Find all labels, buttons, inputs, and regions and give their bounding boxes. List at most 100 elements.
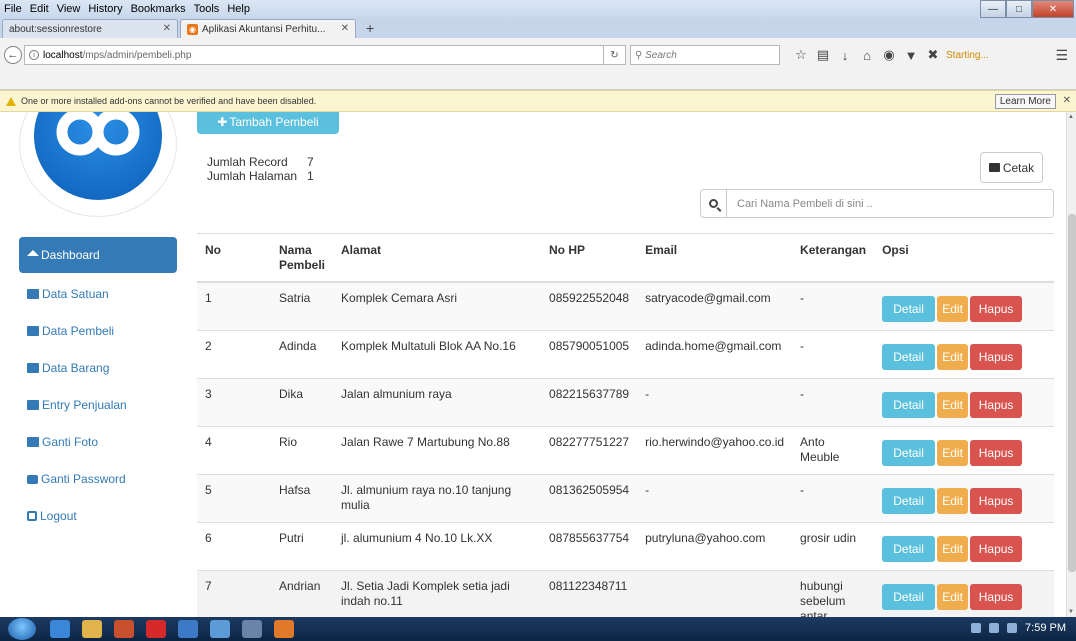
detail-button[interactable]: Detail [882, 536, 936, 562]
firefox-icon[interactable] [274, 620, 294, 638]
pocket-icon[interactable]: ▼ [900, 48, 922, 63]
opera-icon[interactable] [146, 620, 166, 638]
scroll-up-icon[interactable]: ▲ [1068, 114, 1074, 120]
header-alamat: Alamat [333, 233, 542, 283]
menu-tools[interactable]: Tools [190, 3, 224, 15]
detail-button[interactable]: Detail [882, 296, 936, 322]
addon-icon[interactable]: ✖ [922, 47, 944, 63]
back-button[interactable]: ← [4, 46, 22, 64]
delete-button[interactable]: Hapus [970, 488, 1023, 514]
detail-button[interactable]: Detail [882, 440, 936, 466]
sidebar-item-ganti-foto[interactable]: Ganti Foto [19, 423, 177, 460]
delete-button[interactable]: Hapus [970, 344, 1023, 370]
scroll-thumb[interactable] [1068, 214, 1076, 572]
header-email: Email [637, 233, 793, 283]
sidebar-item-data-barang[interactable]: Data Barang [19, 349, 177, 386]
edit-button[interactable]: Edit [937, 344, 969, 370]
cell-hp: 081122348711 [541, 570, 638, 617]
tab-session-restore[interactable]: about:sessionrestore ✕ [2, 19, 178, 38]
edit-button[interactable]: Edit [937, 536, 969, 562]
sidebar-item-dashboard[interactable]: Dashboard [19, 237, 177, 273]
detail-button[interactable]: Detail [882, 392, 936, 418]
close-icon[interactable]: ✕ [163, 23, 171, 34]
close-icon[interactable]: ✕ [1063, 95, 1071, 106]
tab-title: Aplikasi Akuntansi Perhitu... [202, 23, 326, 35]
chat-icon[interactable]: ◉ [878, 47, 900, 63]
start-button[interactable] [8, 618, 36, 640]
cell-alamat: Jl. Setia Jadi Komplek setia jadi indah … [333, 570, 542, 617]
page-count-value: 1 [307, 169, 314, 183]
tray-icon[interactable] [971, 623, 982, 633]
edit-button[interactable]: Edit [937, 488, 969, 514]
delete-button[interactable]: Hapus [970, 584, 1023, 610]
sidebar-item-entry-penjualan[interactable]: Entry Penjualan [19, 386, 177, 423]
network-icon[interactable] [989, 623, 1000, 633]
cell-email: - [637, 378, 793, 427]
sidebar-item-logout[interactable]: Logout [19, 497, 177, 534]
notice-text: One or more installed add-ons cannot be … [21, 96, 317, 106]
menu-bookmarks[interactable]: Bookmarks [127, 3, 190, 15]
sidebar-item-data-pembeli[interactable]: Data Pembeli [19, 312, 177, 349]
delete-button[interactable]: Hapus [970, 392, 1023, 418]
close-window-button[interactable]: ✕ [1032, 0, 1074, 18]
sidebar-item-ganti-password[interactable]: Ganti Password [19, 460, 177, 497]
search-icon[interactable] [700, 189, 727, 218]
ie-icon[interactable] [50, 620, 70, 638]
download-icon[interactable]: ↓ [834, 48, 856, 63]
print-label: Cetak [1002, 160, 1035, 175]
cell-keterangan: - [792, 281, 875, 331]
search-input[interactable] [727, 189, 1054, 218]
new-tab-button[interactable]: + [358, 19, 382, 38]
menu-icon[interactable]: ☰ [1055, 47, 1068, 64]
cell-opsi: Detail Edit Hapus [874, 522, 1054, 571]
sidebar-item-data-satuan[interactable]: Data Satuan [19, 275, 177, 312]
cell-no: 7 [197, 570, 271, 617]
reading-list-icon[interactable]: ▤ [812, 47, 834, 63]
cell-alamat: Komplek Multatuli Blok AA No.16 [333, 330, 542, 379]
print-button[interactable]: Cetak [980, 152, 1043, 183]
edit-button[interactable]: Edit [937, 440, 969, 466]
url-bar[interactable]: i localhost/mps/admin/pembeli.php [24, 45, 604, 65]
table-row: 3 Dika Jalan almunium raya 082215637789 … [197, 378, 1054, 427]
bookmark-star-icon[interactable]: ☆ [790, 47, 812, 63]
tab-akuntansi[interactable]: ◉ Aplikasi Akuntansi Perhitu... ✕ [180, 19, 356, 38]
edit-button[interactable]: Edit [937, 392, 969, 418]
detail-button[interactable]: Detail [882, 488, 936, 514]
close-icon[interactable]: ✕ [341, 23, 349, 34]
folder-icon [27, 288, 39, 299]
cell-no: 6 [197, 522, 271, 571]
learn-more-button[interactable]: Learn More [994, 94, 1056, 109]
app-icon[interactable] [210, 620, 230, 638]
delete-button[interactable]: Hapus [970, 296, 1023, 322]
minimize-button[interactable]: — [980, 0, 1006, 18]
menu-file[interactable]: File [0, 3, 26, 15]
cell-hp: 081362505954 [541, 474, 638, 523]
menu-history[interactable]: History [84, 3, 126, 15]
menu-help[interactable]: Help [223, 3, 254, 15]
reload-icon[interactable]: ↻ [604, 45, 626, 65]
logout-icon [27, 510, 37, 521]
edit-button[interactable]: Edit [937, 584, 969, 610]
cell-opsi: Detail Edit Hapus [874, 330, 1054, 379]
delete-button[interactable]: Hapus [970, 440, 1023, 466]
delete-button[interactable]: Hapus [970, 536, 1023, 562]
explorer-icon[interactable] [82, 620, 102, 638]
app-icon[interactable] [242, 620, 262, 638]
chrome-icon[interactable] [178, 620, 198, 638]
app-icon[interactable] [114, 620, 134, 638]
cell-opsi: Detail Edit Hapus [874, 426, 1054, 475]
home-icon[interactable]: ⌂ [856, 48, 878, 63]
menu-view[interactable]: View [53, 3, 85, 15]
edit-button[interactable]: Edit [937, 296, 969, 322]
browser-search-input[interactable]: ⚲ Search [630, 45, 780, 65]
page-scrollbar[interactable]: ▲ ▼ [1066, 112, 1076, 617]
add-buyer-button[interactable]: ✚ Tambah Pembeli [197, 112, 339, 134]
info-icon[interactable]: i [29, 50, 39, 60]
menu-edit[interactable]: Edit [26, 3, 53, 15]
maximize-button[interactable]: □ [1006, 0, 1032, 18]
detail-button[interactable]: Detail [882, 344, 936, 370]
volume-icon[interactable] [1007, 623, 1018, 633]
clock[interactable]: 7:59 PM [1025, 622, 1066, 634]
scroll-down-icon[interactable]: ▼ [1068, 609, 1074, 615]
detail-button[interactable]: Detail [882, 584, 936, 610]
